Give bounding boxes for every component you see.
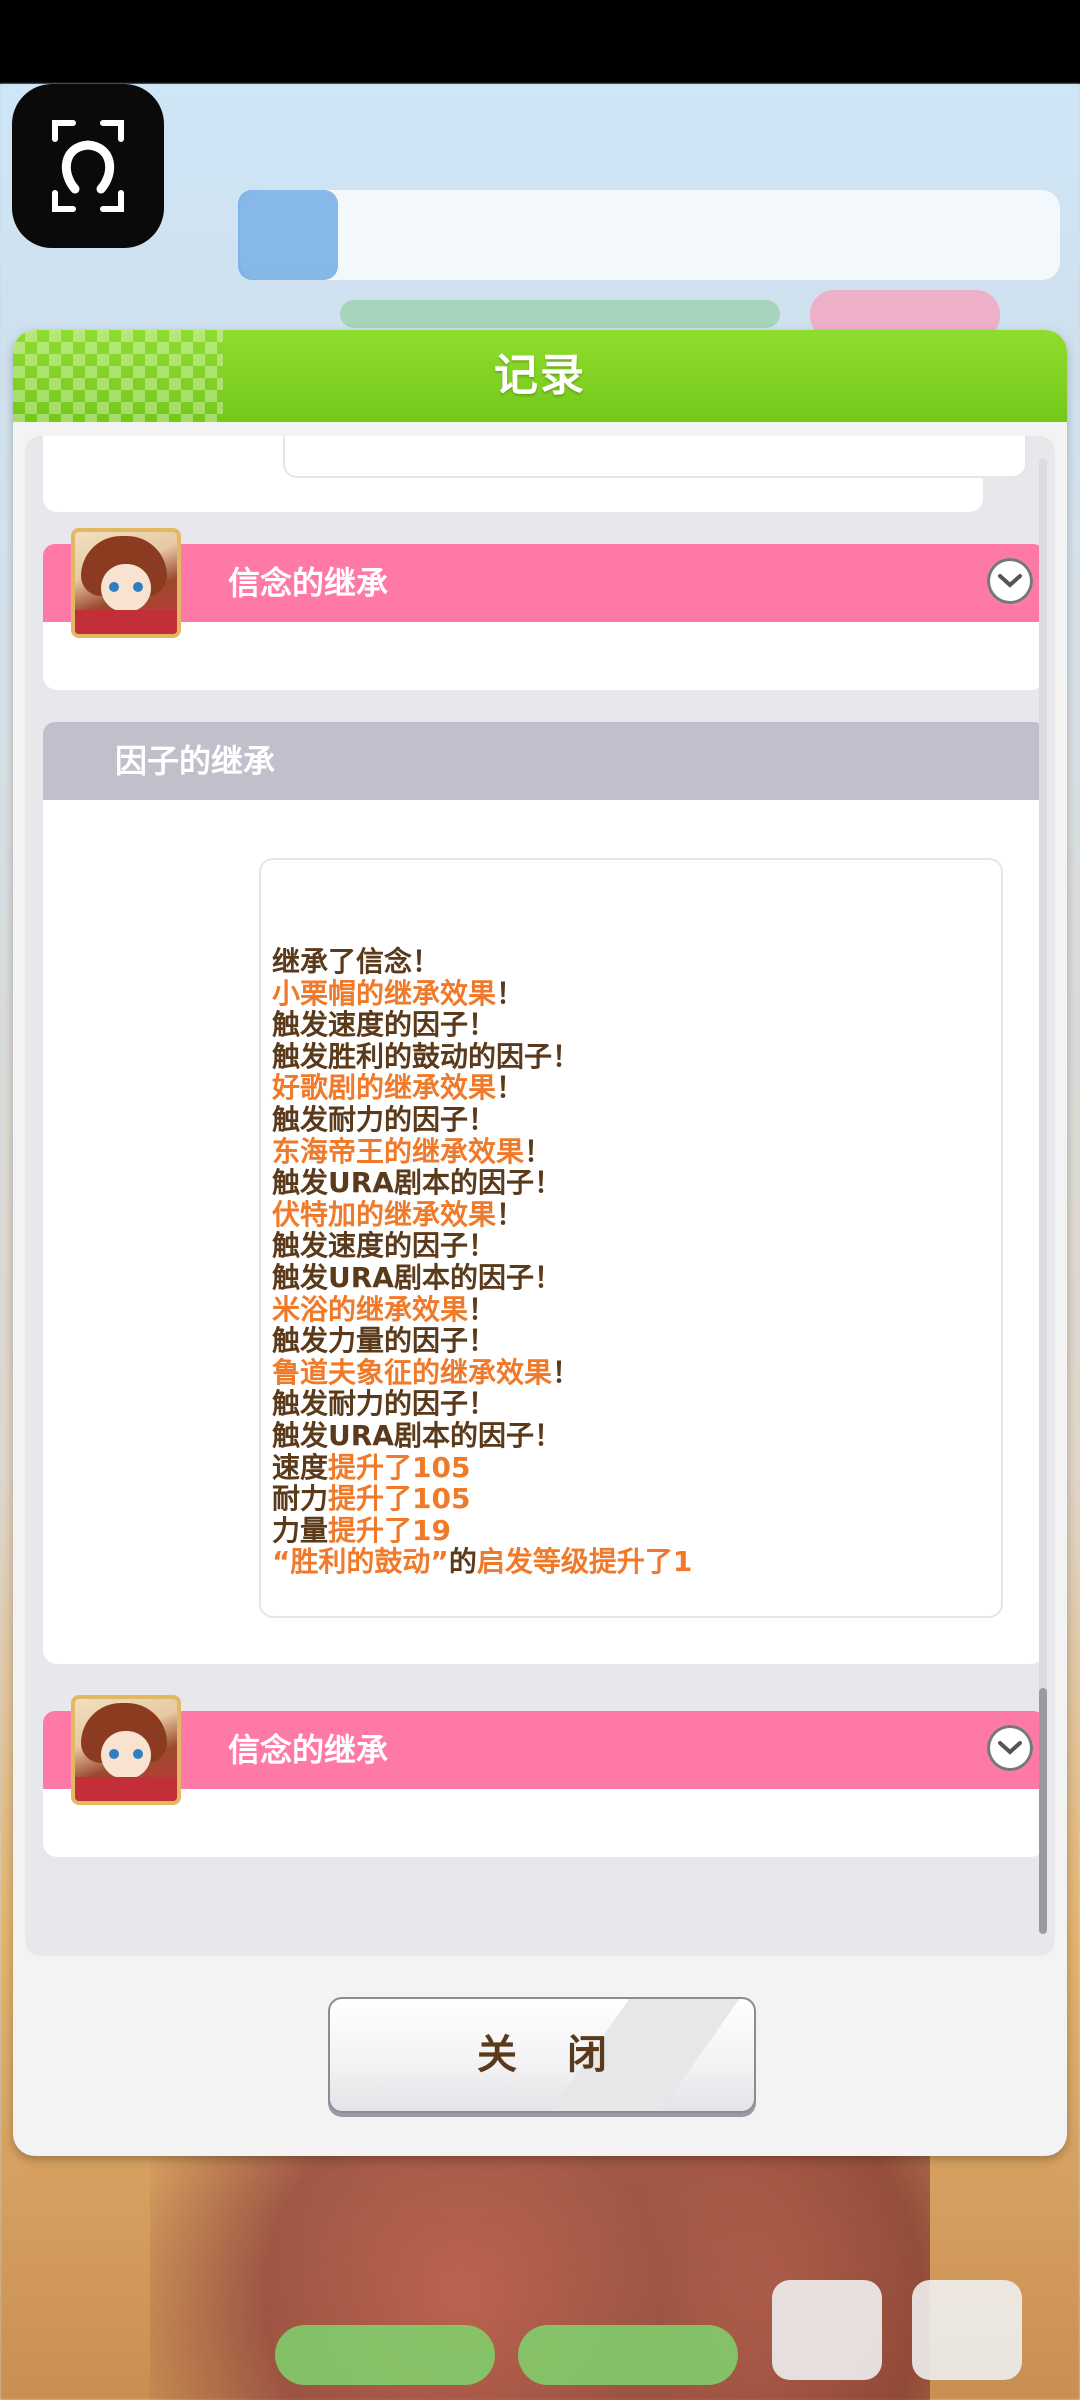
log-line: 伏特加的继承效果！ (272, 1197, 692, 1231)
log-line: 好歌剧的继承效果！ (272, 1072, 692, 1104)
character-avatar (71, 1695, 181, 1805)
log-line: 触发URA剧本的因子！ (272, 1167, 692, 1199)
factor-header: 因子的继承 (43, 722, 1045, 800)
log-line: 小栗帽的继承效果！ (272, 976, 692, 1010)
log-segment: ！ (468, 1292, 497, 1326)
log-segment: 触发URA剧本的因子！ (272, 1166, 562, 1200)
background-panel (240, 190, 1060, 280)
log-segment: 力量 (272, 1513, 329, 1547)
log-line: 继承了信念！ (272, 946, 692, 978)
log-segment: 提升了105 (328, 1450, 471, 1484)
log-segment: 触发力量的因子！ (272, 1324, 497, 1358)
background-icon-button-1 (772, 2280, 882, 2380)
background-green-button-1 (275, 2325, 495, 2385)
log-line: 米浴的继承效果！ (272, 1292, 692, 1326)
log-card-belief-1: 信念的继承 (43, 528, 1045, 690)
log-segment: 继承了信念！ (272, 945, 441, 978)
log-segment: 提升了105 (328, 1482, 471, 1516)
log-segment: ！ (524, 1134, 553, 1168)
log-line: 触发速度的因子！ (272, 1230, 692, 1262)
log-segment: 提升了19 (328, 1513, 451, 1547)
log-segment: 小栗帽的继承效果 (272, 976, 497, 1010)
log-segment: ！ (496, 976, 525, 1010)
log-text-box-previous (283, 436, 1027, 478)
log-segment: 启发等级提升了1 (476, 1545, 693, 1579)
log-line: 速度提升了105 (272, 1450, 692, 1484)
log-segment: 触发胜利的鼓动的因子！ (272, 1039, 581, 1073)
factor-title: 因子的继承 (115, 742, 276, 780)
log-line: 力量提升了19 (272, 1513, 692, 1547)
log-segment: 耐力 (272, 1482, 329, 1516)
log-segment: 触发速度的因子！ (272, 1229, 497, 1263)
log-segment: 速度 (272, 1450, 329, 1484)
log-segment: 米浴的继承效果 (272, 1292, 469, 1326)
log-segment: “胜利的鼓动” (272, 1545, 449, 1579)
log-segment: 好歌剧的继承效果 (272, 1071, 497, 1105)
close-button-label: 关 闭 (477, 2032, 625, 2078)
horseshoe-icon (52, 120, 124, 212)
log-segment: ！ (552, 1355, 581, 1389)
log-line: 东海帝王的继承效果！ (272, 1134, 692, 1168)
log-line: 耐力提升了105 (272, 1483, 692, 1515)
log-segment: ！ (496, 1071, 525, 1105)
dialog-header: 记录 (13, 330, 1067, 422)
log-line: “胜利的鼓动”的启发等级提升了1 (272, 1546, 692, 1578)
log-line: 触发耐力的因子！ (272, 1104, 692, 1136)
log-line: 触发耐力的因子！ (272, 1388, 692, 1420)
log-line: 触发力量的因子！ (272, 1325, 692, 1357)
log-segment: 东海帝王的继承效果 (272, 1134, 525, 1168)
log-card-belief-2: 信念的继承 (43, 1695, 1045, 1857)
log-line: 触发胜利的鼓动的因子！ (272, 1039, 692, 1073)
belief-header-2[interactable]: 信念的继承 (43, 1711, 1045, 1789)
log-segment: 触发速度的因子！ (272, 1008, 497, 1042)
log-segment: 伏特加的继承效果 (272, 1197, 497, 1231)
log-line: 触发URA剧本的因子！ (272, 1420, 692, 1452)
belief-title-1: 信念的继承 (228, 564, 389, 602)
chevron-down-icon[interactable] (987, 1725, 1033, 1771)
belief-title-2: 信念的继承 (228, 1731, 389, 1769)
factor-log-text: 继承了信念！ 小栗帽的继承效果！ 触发速度的因子！ 触发胜利的鼓动的因子！ 好歌剧的继承… (272, 946, 692, 1578)
log-line: 鲁道夫象征的继承效果！ (272, 1355, 692, 1389)
character-avatar (71, 528, 181, 638)
log-segment: ！ (496, 1197, 525, 1231)
close-button[interactable]: 关 闭 (328, 1997, 756, 2113)
scrollbar-thumb[interactable] (1039, 1688, 1047, 1934)
log-card-previous (43, 436, 1027, 512)
chevron-down-icon[interactable] (987, 558, 1033, 604)
log-line: 触发URA剧本的因子！ (272, 1262, 692, 1294)
background-panel-accent (238, 190, 338, 280)
horseshoe-button[interactable] (12, 84, 164, 248)
log-line: 触发速度的因子！ (272, 1009, 692, 1041)
background-icon-button-2 (912, 2280, 1022, 2380)
status-bar (0, 0, 1080, 84)
log-segment: 鲁道夫象征的继承效果 (272, 1355, 553, 1389)
log-segment: 触发耐力的因子！ (272, 1387, 497, 1421)
log-segment: 触发URA剧本的因子！ (272, 1260, 562, 1294)
dialog-title: 记录 (494, 350, 586, 401)
log-segment: 触发耐力的因子！ (272, 1102, 497, 1136)
log-segment: 触发URA剧本的因子！ (272, 1418, 562, 1452)
background-progress (340, 300, 780, 328)
background-green-button-2 (518, 2325, 738, 2385)
belief-header-1[interactable]: 信念的继承 (43, 544, 1045, 622)
log-segment: 的 (448, 1545, 477, 1579)
